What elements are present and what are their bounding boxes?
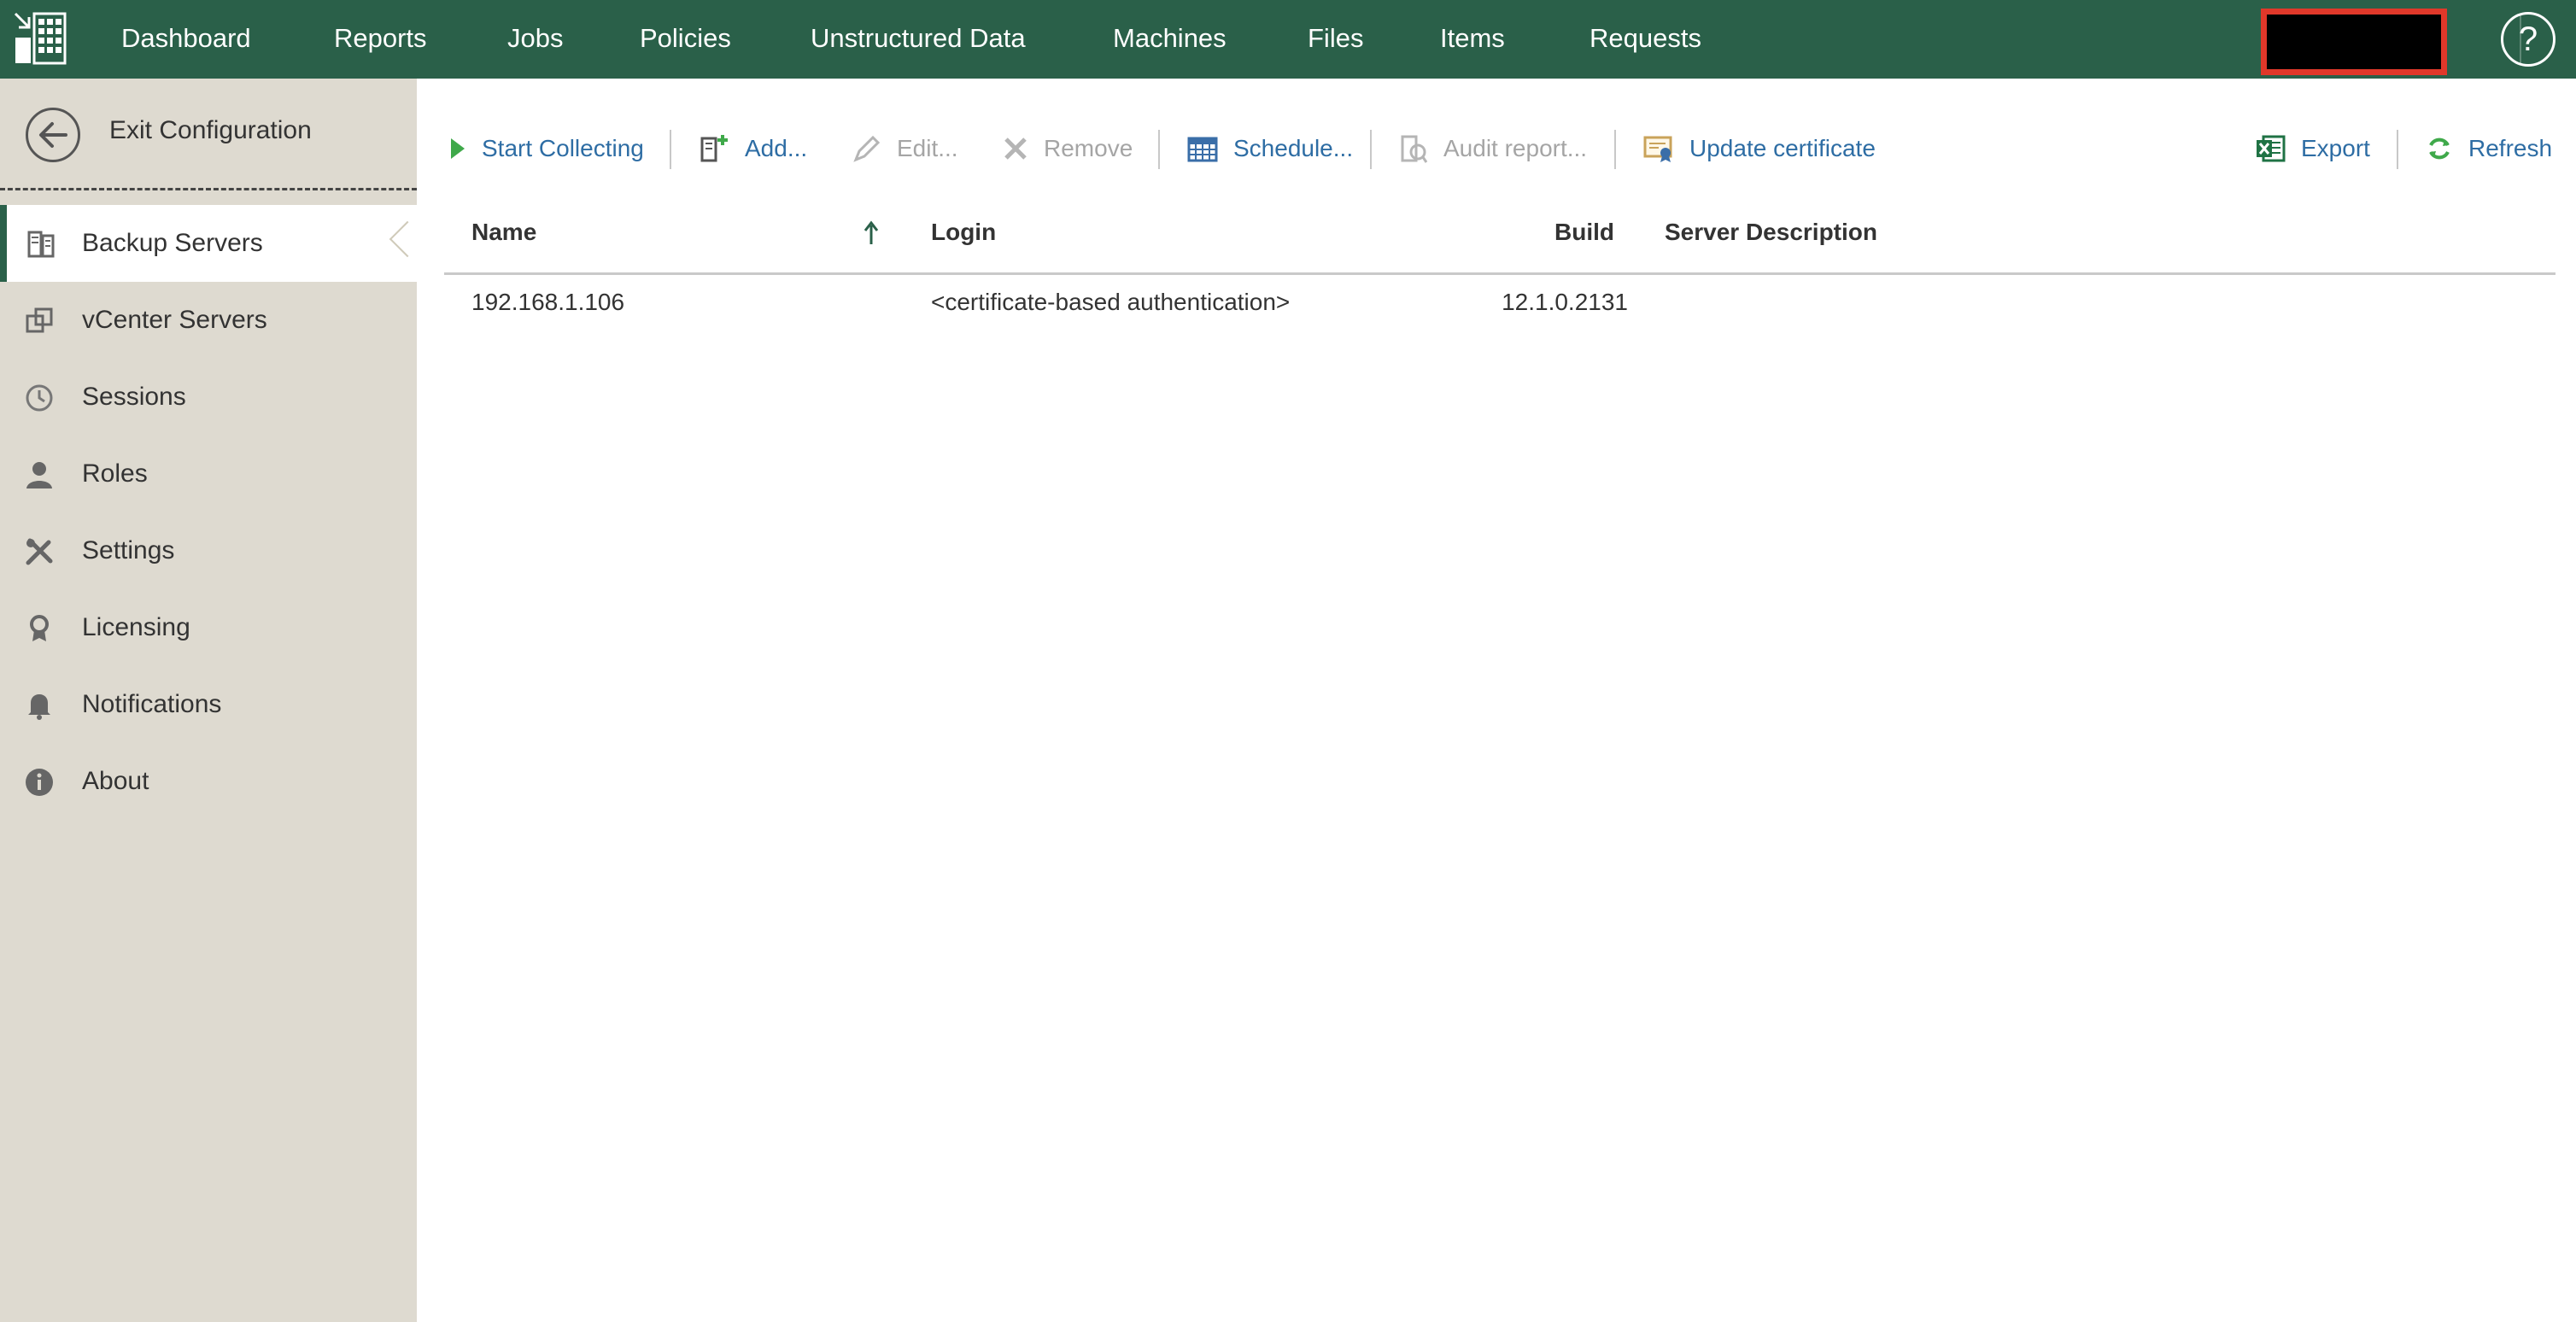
start-collecting-label: Start Collecting [482,135,644,161]
start-collecting-button[interactable]: Start Collecting [449,128,644,169]
excel-icon [2257,135,2286,162]
nav-items[interactable]: Items [1440,0,1505,79]
pencil-icon [853,135,881,162]
remove-button[interactable]: Remove [1003,128,1133,169]
cell-login: <certificate-based authentication> [931,289,1291,315]
export-label: Export [2301,135,2370,161]
nav-unstructured-data[interactable]: Unstructured Data [811,0,1026,79]
update-certificate-button[interactable]: Update certificate [1643,128,1876,169]
back-arrow-icon [26,108,80,162]
bell-icon [28,694,50,720]
sidebar-item-label: Licensing [82,613,190,641]
nav-policies[interactable]: Policies [640,0,731,79]
sidebar-item-label: Roles [82,459,148,488]
sidebar-item-label: Sessions [82,383,186,411]
info-icon [26,769,53,796]
sidebar-item-label: vCenter Servers [82,306,267,334]
help-icon[interactable]: ? [2501,12,2556,67]
sidebar-item-label: Backup Servers [82,229,263,257]
sidebar-item-sessions[interactable]: Sessions [0,359,417,436]
column-header-description[interactable]: Server Description [1665,219,1877,246]
user-account-box[interactable] [2261,9,2447,75]
toolbar-separator [1158,130,1160,169]
top-navigation-bar: Dashboard Reports Jobs Policies Unstruct… [0,0,2576,79]
sidebar-item-about[interactable]: About [0,743,417,820]
edit-button[interactable]: Edit... [852,128,958,169]
add-label: Add... [745,135,808,161]
close-icon [1004,137,1027,160]
sidebar-item-vcenter-servers[interactable]: vCenter Servers [0,282,417,359]
backup-server-icon [27,231,55,258]
refresh-label: Refresh [2468,135,2553,161]
nav-files[interactable]: Files [1308,0,1363,79]
sidebar-item-label: Settings [82,536,175,564]
schedule-label: Schedule... [1233,135,1354,161]
nav-machines[interactable]: Machines [1113,0,1227,79]
vcenter-icon [26,307,53,333]
toolbar-separator [2397,130,2398,169]
sidebar-item-backup-servers[interactable]: Backup Servers [0,205,417,282]
exit-configuration-label: Exit Configuration [109,116,312,144]
nav-dashboard[interactable]: Dashboard [121,0,251,79]
cell-name: 192.168.1.106 [471,289,625,315]
grid-header: Name Login Build Server Description [444,205,2556,275]
audit-report-icon [1401,135,1428,163]
refresh-icon [2429,137,2450,160]
sort-ascending-icon[interactable] [863,220,880,246]
nav-jobs[interactable]: Jobs [507,0,563,79]
play-icon [451,138,465,159]
toolbar: Start Collecting Add... Edit... Remove S… [417,111,2576,186]
sidebar-item-licensing[interactable]: Licensing [0,589,417,666]
column-header-name[interactable]: Name [471,219,536,246]
edit-label: Edit... [897,135,958,161]
update-certificate-label: Update certificate [1689,135,1876,161]
audit-report-button[interactable]: Audit report... [1399,128,1587,169]
person-icon [26,462,52,488]
toolbar-separator [1614,130,1616,169]
table-row[interactable]: 192.168.1.106 <certificate-based authent… [444,275,2556,331]
refresh-button[interactable]: Refresh [2426,128,2552,169]
sidebar-item-settings[interactable]: Settings [0,512,417,589]
column-header-login[interactable]: Login [931,219,996,246]
nav-requests[interactable]: Requests [1590,0,1701,79]
add-server-icon [700,135,728,162]
schedule-button[interactable]: Schedule... [1187,128,1353,169]
exit-configuration-button[interactable]: Exit Configuration [0,79,417,190]
certificate-icon [1643,136,1672,162]
column-header-build[interactable]: Build [1554,219,1614,246]
configuration-sidebar: Exit Configuration Backup Servers vCente… [0,79,417,1322]
audit-report-label: Audit report... [1443,135,1588,161]
license-icon [30,615,49,641]
clock-icon [26,384,53,412]
main-nav: Dashboard Reports Jobs Policies Unstruct… [0,0,1794,79]
sidebar-item-label: About [82,767,149,795]
sidebar-item-notifications[interactable]: Notifications [0,666,417,743]
export-button[interactable]: Export [2255,128,2370,169]
calendar-icon [1187,137,1218,162]
nav-reports[interactable]: Reports [334,0,427,79]
sidebar-item-roles[interactable]: Roles [0,436,417,512]
sidebar-divider [0,188,417,190]
remove-label: Remove [1044,135,1133,161]
toolbar-separator [670,130,671,169]
cell-build: 12.1.0.2131 [1502,289,1628,315]
sidebar-item-label: Notifications [82,690,222,718]
toolbar-separator [1370,130,1372,169]
tools-icon [26,538,53,565]
add-button[interactable]: Add... [699,128,807,169]
